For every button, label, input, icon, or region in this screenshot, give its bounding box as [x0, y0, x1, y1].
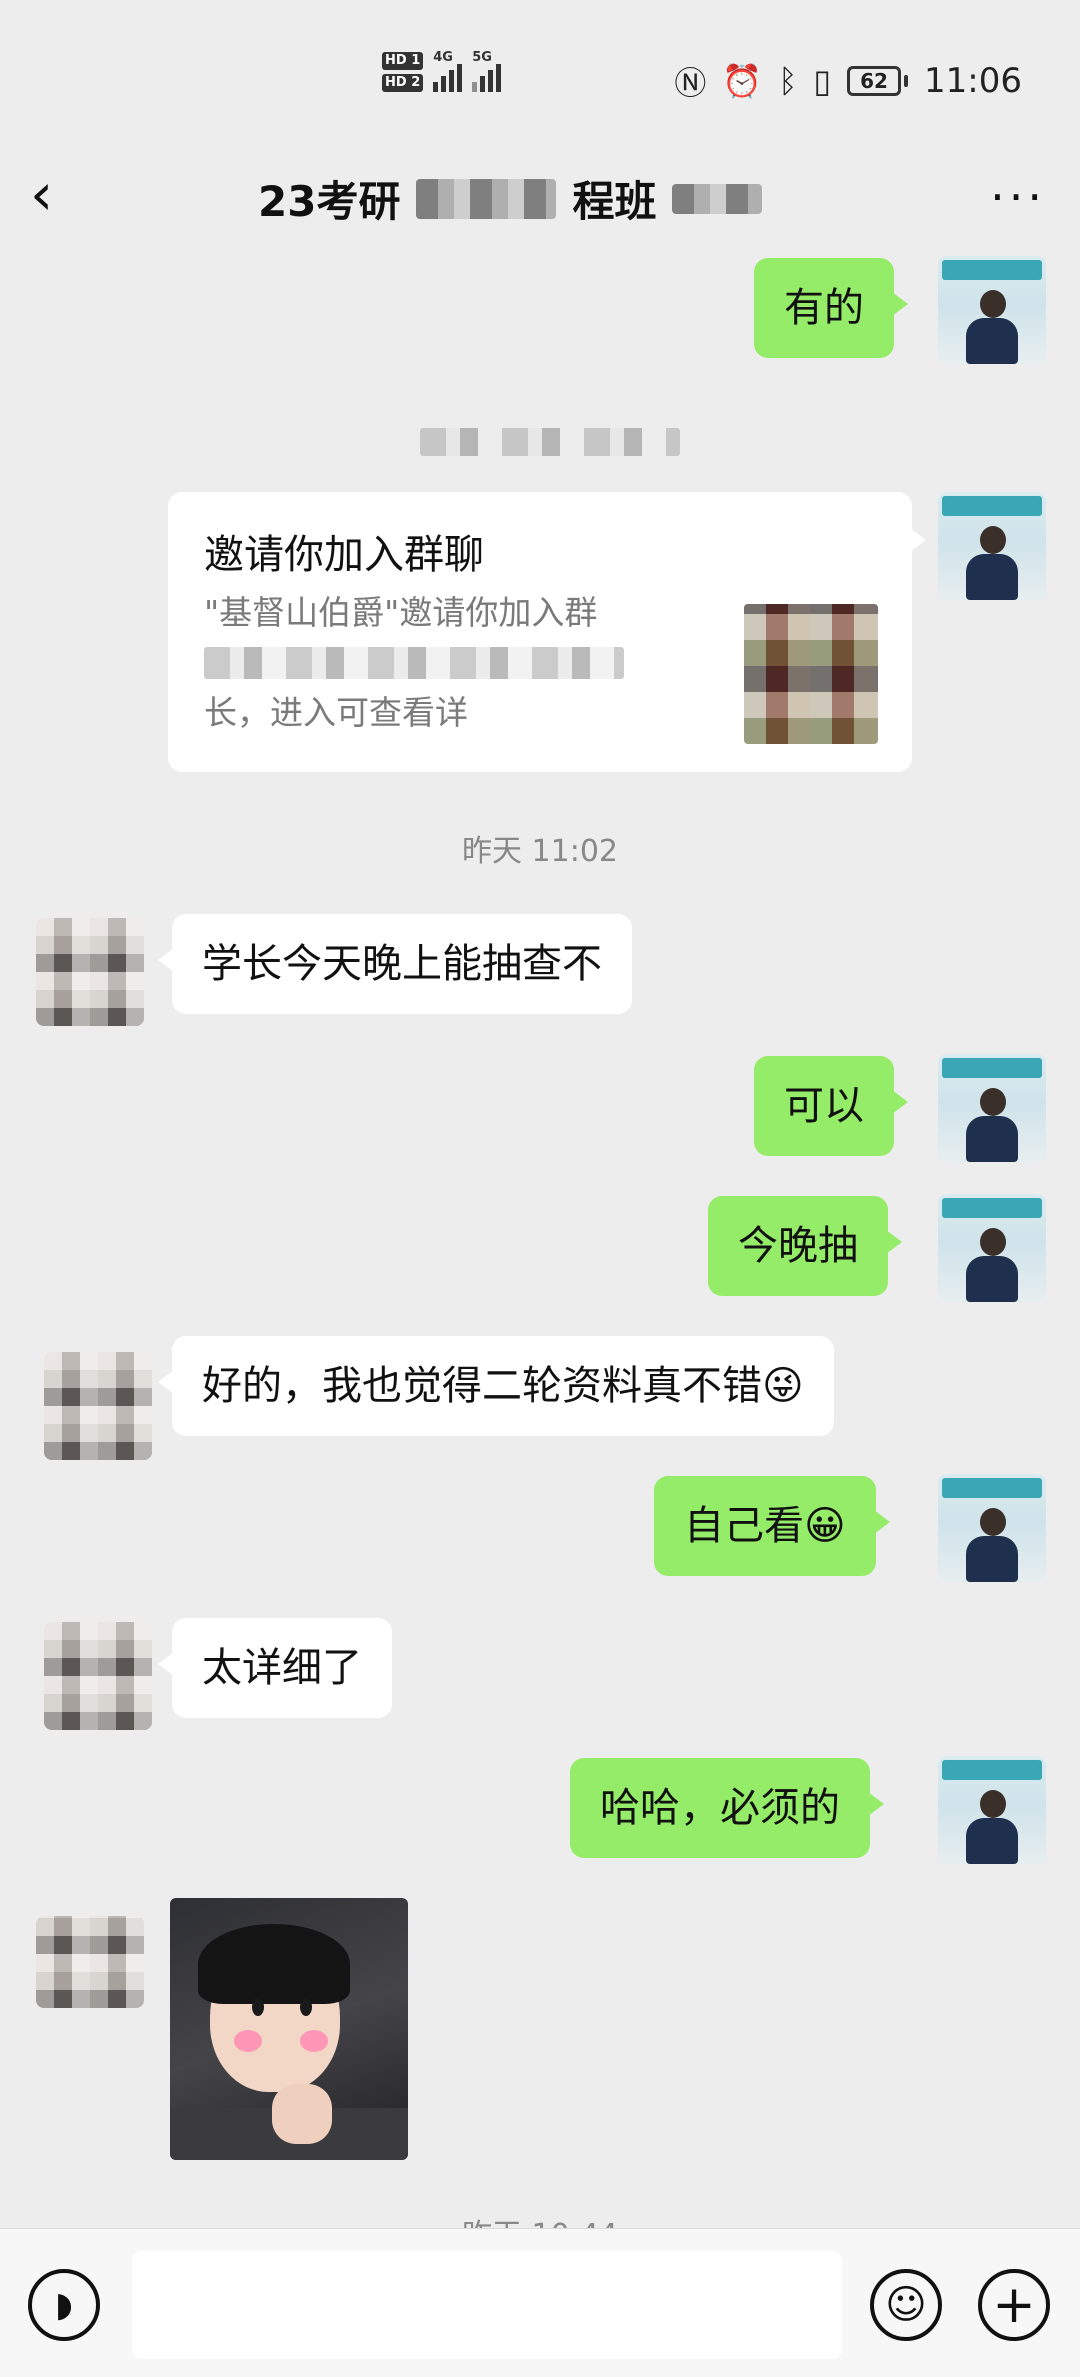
message-text: 可以 [784, 1083, 864, 1129]
my-avatar[interactable] [938, 492, 1046, 600]
message-text: 好的，我也觉得二轮资料真不错😜 [202, 1363, 804, 1409]
chat-title-start: 23考研 [258, 177, 401, 226]
chevron-left-icon[interactable]: ‹ [30, 164, 80, 224]
contact-avatar[interactable] [44, 1352, 152, 1460]
hd-badges: HD 1 HD 2 [382, 52, 424, 92]
message-text: 学长今天晚上能抽查不 [202, 941, 602, 987]
status-right: Ⓝ ⏰ ᛒ ▯ 62 11:06 [674, 58, 1022, 104]
group-thumbnail [744, 604, 878, 744]
my-avatar[interactable] [938, 1194, 1046, 1302]
hd1-badge: HD 1 [382, 52, 424, 70]
my-avatar[interactable] [938, 1054, 1046, 1162]
redacted-text [204, 647, 624, 679]
message-text: 有的 [784, 285, 864, 331]
card-title: 邀请你加入群聊 [204, 532, 484, 578]
message-text: 太详细了 [202, 1645, 362, 1691]
chat-title: 23考研 程班 [258, 168, 763, 229]
message-bubble-me[interactable]: 有的 [754, 258, 908, 358]
message-bubble-them[interactable]: 好的，我也觉得二轮资料真不错😜 [158, 1336, 834, 1436]
more-icon[interactable]: ··· [990, 170, 1046, 224]
image-message[interactable] [170, 1898, 408, 2160]
message-input[interactable] [132, 2251, 842, 2359]
plus-icon[interactable]: + [978, 2269, 1050, 2341]
message-text: 自己看😀 [684, 1503, 846, 1549]
battery-icon: 62 [847, 66, 909, 96]
redacted-text [416, 178, 557, 219]
message-bubble-them[interactable]: 太详细了 [158, 1618, 392, 1718]
bluetooth-icon: ᛒ [778, 62, 798, 100]
network-indicators: HD 1 HD 2 4G 5G [382, 50, 502, 92]
chat-title-mid: 程班 [572, 177, 657, 226]
emoji-icon[interactable]: ☺ [870, 2269, 942, 2341]
message-text: 哈哈，必须的 [600, 1785, 840, 1831]
my-avatar[interactable] [938, 256, 1046, 364]
message-bubble-me[interactable]: 自己看😀 [654, 1476, 890, 1576]
message-bubble-them[interactable]: 学长今天晚上能抽查不 [158, 914, 632, 1014]
status-bar: HD 1 HD 2 4G 5G Ⓝ ⏰ ᛒ ▯ 62 11:06 [0, 0, 1080, 150]
signal-1-icon: 4G [433, 50, 463, 92]
voice-icon[interactable]: ◗ [28, 2269, 100, 2341]
chat-header: ‹ 23考研 程班 ··· [0, 150, 1080, 240]
message-bubble-me[interactable]: 哈哈，必须的 [570, 1758, 884, 1858]
signal-2-icon: 5G [472, 50, 502, 92]
timestamp: 昨天 11:02 [462, 834, 618, 869]
hd2-badge: HD 2 [382, 74, 424, 92]
alarm-icon: ⏰ [722, 62, 763, 100]
battery-level: 62 [847, 66, 902, 96]
message-bubble-me[interactable]: 今晚抽 [708, 1196, 902, 1296]
my-avatar[interactable] [938, 1756, 1046, 1864]
redacted-text [672, 183, 763, 214]
contact-avatar[interactable] [44, 1622, 152, 1730]
message-text: 今晚抽 [738, 1223, 858, 1269]
card-description: "基督山伯爵"邀请你加入群 长，进入可查看详 [204, 588, 664, 738]
vibrate-icon: ▯ [813, 62, 832, 100]
redacted-system-message [420, 428, 680, 456]
contact-avatar[interactable] [36, 1916, 144, 2008]
contact-avatar[interactable] [36, 918, 144, 1026]
input-bar: ◗ ☺ + [0, 2228, 1080, 2377]
my-avatar[interactable] [938, 1474, 1046, 1582]
clock: 11:06 [924, 61, 1022, 101]
message-bubble-me[interactable]: 可以 [754, 1056, 908, 1156]
group-invite-card[interactable]: 邀请你加入群聊 "基督山伯爵"邀请你加入群 长，进入可查看详 [168, 492, 926, 772]
nfc-icon: Ⓝ [674, 64, 707, 102]
